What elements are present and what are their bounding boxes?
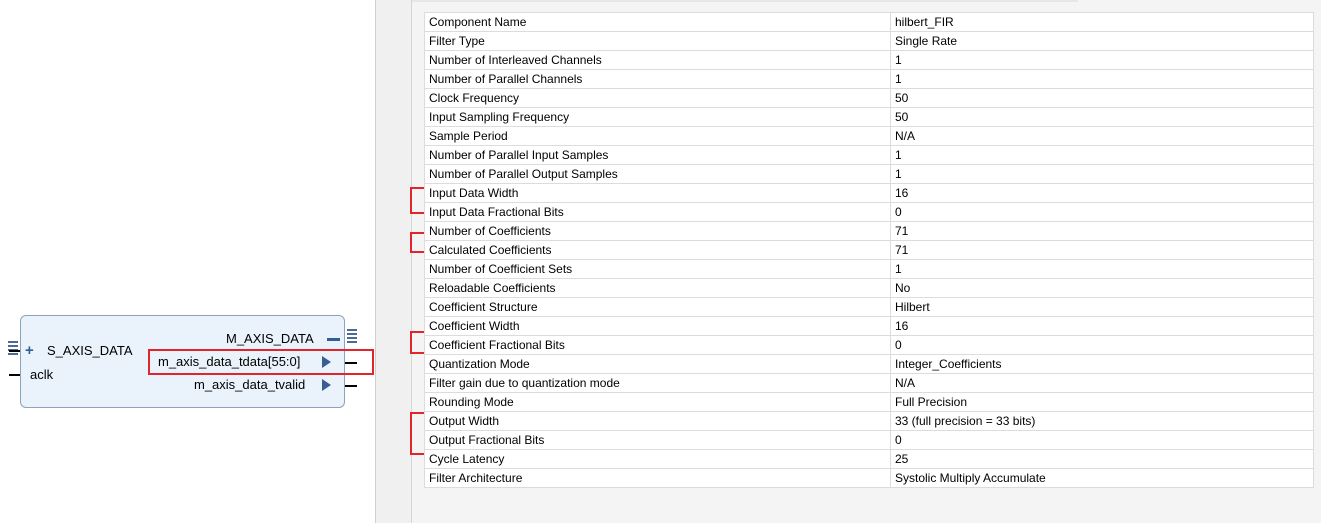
table-row[interactable]: Number of Coefficient Sets 1 [424,259,1314,279]
parameter-value: 1 [890,259,1314,279]
table-row[interactable]: Output Width 33 (full precision = 33 bits… [424,411,1314,431]
parameter-name: Rounding Mode [424,392,891,412]
s-axis-data-label: S_AXIS_DATA [47,343,133,358]
output-arrow-icon [322,379,331,391]
parameter-value: 71 [890,240,1314,260]
parameter-value: 16 [890,183,1314,203]
m-axis-data-label: M_AXIS_DATA [226,331,314,346]
table-row[interactable]: Filter gain due to quantization mode N/A [424,373,1314,393]
parameter-name: Filter gain due to quantization mode [424,373,891,393]
parameter-value: Hilbert [890,297,1314,317]
table-row[interactable]: Number of Interleaved Channels 1 [424,50,1314,70]
parameter-name: Output Width [424,411,891,431]
parameter-name: Input Data Fractional Bits [424,202,891,222]
parameter-name: Input Data Width [424,183,891,203]
parameter-value: 25 [890,449,1314,469]
table-row[interactable]: Quantization Mode Integer_Coefficients [424,354,1314,374]
parameter-value: Integer_Coefficients [890,354,1314,374]
parameter-name: Number of Parallel Output Samples [424,164,891,184]
bus-interface-icon [8,341,18,357]
table-row[interactable]: Input Sampling Frequency 50 [424,107,1314,127]
parameter-name: Calculated Coefficients [424,240,891,260]
table-row[interactable]: Filter Architecture Systolic Multiply Acc… [424,468,1314,488]
table-row[interactable]: Input Data Width 16 [424,183,1314,203]
parameter-value: 1 [890,145,1314,165]
parameter-value: 50 [890,88,1314,108]
parameter-name: Component Name [424,12,891,32]
parameter-name: Number of Interleaved Channels [424,50,891,70]
parameter-value: 50 [890,107,1314,127]
parameter-value: N/A [890,373,1314,393]
panel-header-line [412,0,1078,2]
table-row[interactable]: Number of Parallel Input Samples 1 [424,145,1314,165]
parameter-name: Number of Coefficient Sets [424,259,891,279]
table-row[interactable]: Reloadable Coefficients No [424,278,1314,298]
parameter-name: Coefficient Structure [424,297,891,317]
parameter-name: Coefficient Width [424,316,891,336]
table-row[interactable]: Number of Parallel Channels 1 [424,69,1314,89]
parameter-value: 71 [890,221,1314,241]
parameter-value: 1 [890,164,1314,184]
collapse-bus-icon[interactable] [327,338,340,341]
parameter-value: hilbert_FIR [890,12,1314,32]
parameter-value: Single Rate [890,31,1314,51]
parameter-name: Number of Parallel Channels [424,69,891,89]
table-row[interactable]: Coefficient Width 16 [424,316,1314,336]
table-row[interactable]: Coefficient Structure Hilbert [424,297,1314,317]
tvalid-pin[interactable] [345,385,357,387]
parameter-value: Systolic Multiply Accumulate [890,468,1314,488]
parameter-name: Filter Type [424,31,891,51]
parameter-name: Cycle Latency [424,449,891,469]
parameter-value: N/A [890,126,1314,146]
parameter-value: 0 [890,430,1314,450]
parameter-name: Number of Parallel Input Samples [424,145,891,165]
schematic-canvas[interactable] [0,0,375,523]
output-arrow-icon [322,356,331,368]
parameter-name: Number of Coefficients [424,221,891,241]
parameter-name: Coefficient Fractional Bits [424,335,891,355]
parameter-value: 0 [890,202,1314,222]
table-row[interactable]: Sample Period N/A [424,126,1314,146]
aclk-label: aclk [30,367,54,382]
parameter-value: 16 [890,316,1314,336]
parameter-name: Filter Architecture [424,468,891,488]
table-row[interactable]: Number of Coefficients 71 [424,221,1314,241]
parameter-value: No [890,278,1314,298]
parameter-name: Sample Period [424,126,891,146]
table-row[interactable]: Number of Parallel Output Samples 1 [424,164,1314,184]
parameter-name: Reloadable Coefficients [424,278,891,298]
parameter-value: 1 [890,50,1314,70]
splitter-gap [376,0,412,523]
table-row[interactable]: Input Data Fractional Bits 0 [424,202,1314,222]
parameter-value: Full Precision [890,392,1314,412]
tdata-pin[interactable] [345,362,357,364]
parameter-value: 33 (full precision = 33 bits) [890,411,1314,431]
table-row[interactable]: Output Fractional Bits 0 [424,430,1314,450]
parameter-value: 0 [890,335,1314,355]
tdata-port-label: m_axis_data_tdata[55:0] [158,354,301,369]
table-row[interactable]: Filter Type Single Rate [424,31,1314,51]
table-row[interactable]: Cycle Latency 25 [424,449,1314,469]
parameter-name: Input Sampling Frequency [424,107,891,127]
bus-interface-icon [347,329,357,345]
parameter-name: Output Fractional Bits [424,430,891,450]
tvalid-port-label: m_axis_data_tvalid [194,377,306,392]
aclk-pin[interactable] [9,374,20,376]
table-row[interactable]: Component Name hilbert_FIR [424,12,1314,32]
parameter-name: Quantization Mode [424,354,891,374]
expand-bus-icon[interactable]: + [25,343,34,359]
table-row[interactable]: Rounding Mode Full Precision [424,392,1314,412]
table-row[interactable]: Calculated Coefficients 71 [424,240,1314,260]
ip-summary-table: Component Name hilbert_FIR Filter Type Sing… [424,12,1314,488]
table-row[interactable]: Clock Frequency 50 [424,88,1314,108]
parameter-value: 1 [890,69,1314,89]
s-axis-data-pin[interactable] [9,350,20,352]
parameter-name: Clock Frequency [424,88,891,108]
table-row[interactable]: Coefficient Fractional Bits 0 [424,335,1314,355]
